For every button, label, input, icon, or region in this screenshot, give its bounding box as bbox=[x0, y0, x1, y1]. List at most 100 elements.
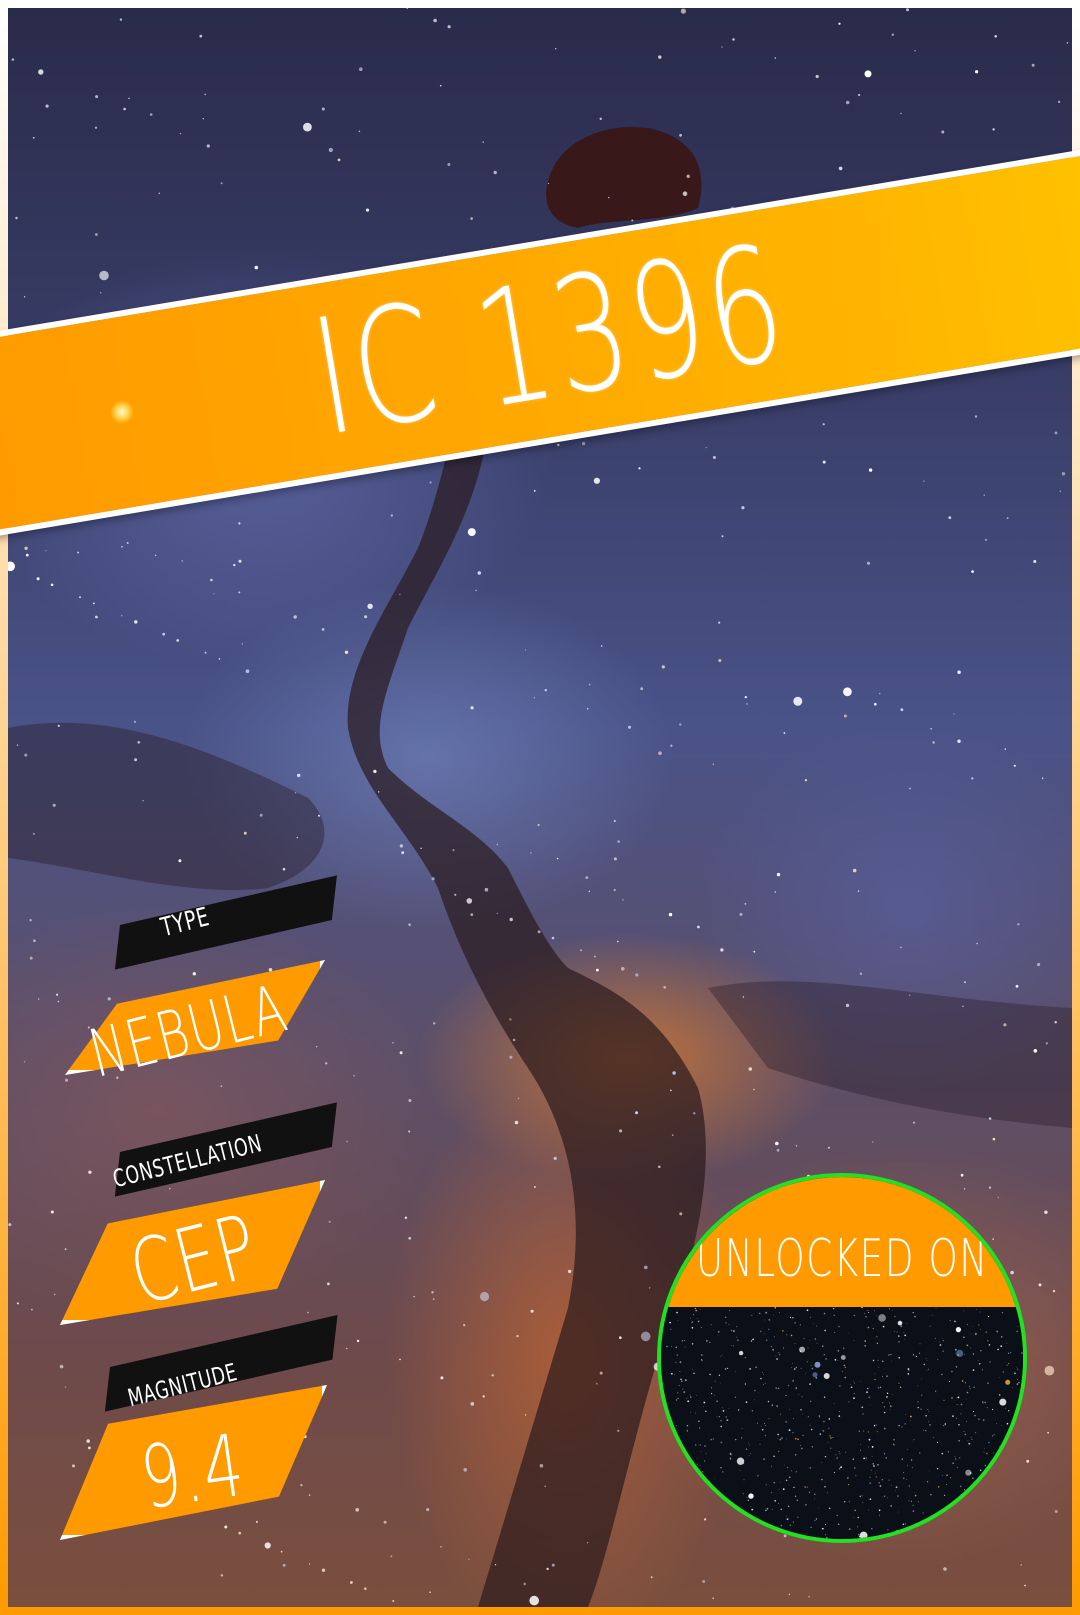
sky-star bbox=[1020, 1502, 1023, 1505]
sky-star bbox=[854, 1467, 856, 1469]
sky-star bbox=[1016, 1481, 1018, 1483]
sky-star bbox=[750, 1453, 752, 1455]
star bbox=[776, 872, 781, 877]
sky-star bbox=[876, 1424, 878, 1426]
object-card: IC 1396 TYPE NEBULA CONSTELLATION CEP MA… bbox=[0, 0, 1080, 1615]
dust-lane-left bbox=[8, 722, 325, 891]
sky-star bbox=[853, 1380, 854, 1382]
sky-star bbox=[785, 1479, 788, 1482]
sky-star bbox=[800, 1445, 801, 1446]
star bbox=[1038, 1283, 1042, 1287]
star bbox=[613, 819, 616, 823]
sky-star bbox=[804, 1487, 806, 1489]
sky-star bbox=[754, 1389, 756, 1392]
star bbox=[413, 1296, 415, 1298]
sky-star bbox=[1001, 1336, 1003, 1338]
sky-star bbox=[873, 1465, 875, 1467]
sky-star bbox=[959, 1457, 961, 1459]
sky-star bbox=[748, 1442, 749, 1444]
sky-star bbox=[794, 1454, 797, 1456]
sky-star bbox=[866, 1458, 867, 1460]
sky-star bbox=[690, 1317, 691, 1319]
star bbox=[774, 57, 777, 59]
star bbox=[843, 687, 852, 697]
sky-star bbox=[851, 1529, 853, 1530]
sky-star bbox=[982, 1401, 984, 1403]
sky-star bbox=[698, 1400, 700, 1401]
sky-star bbox=[805, 1373, 807, 1375]
sky-star bbox=[918, 1352, 921, 1354]
star bbox=[100, 292, 102, 294]
unlock-badge[interactable]: UNLOCKED ON bbox=[657, 1173, 1027, 1543]
sky-star bbox=[844, 1366, 846, 1368]
sky-star bbox=[861, 1406, 864, 1409]
star bbox=[553, 1156, 557, 1160]
sky-star bbox=[944, 1423, 947, 1425]
star bbox=[408, 1099, 412, 1102]
sky-star bbox=[776, 1405, 778, 1407]
star bbox=[617, 940, 619, 943]
dust-pillar bbox=[546, 127, 702, 228]
sky-star bbox=[890, 1505, 892, 1507]
sky-star bbox=[673, 1471, 675, 1473]
sky-star bbox=[750, 1506, 752, 1507]
sky-star bbox=[997, 1348, 999, 1351]
sky-star bbox=[967, 1324, 968, 1326]
sky-star bbox=[956, 1467, 958, 1469]
sky-star bbox=[775, 1355, 777, 1357]
sky-star bbox=[661, 1308, 663, 1310]
star bbox=[741, 506, 745, 510]
sky-star bbox=[695, 1309, 697, 1312]
sky-star bbox=[962, 1380, 964, 1382]
star bbox=[1006, 517, 1009, 520]
star bbox=[119, 18, 123, 21]
sky-star bbox=[765, 1311, 768, 1314]
sky-star bbox=[889, 1409, 891, 1410]
sky-star bbox=[867, 1446, 869, 1448]
sky-star bbox=[1000, 1345, 1003, 1348]
star bbox=[470, 217, 473, 220]
sky-star bbox=[779, 1438, 782, 1441]
sky-star bbox=[781, 1437, 783, 1439]
sky-star bbox=[762, 1371, 764, 1373]
sky-star bbox=[838, 1468, 841, 1470]
star bbox=[524, 649, 527, 651]
sky-star bbox=[689, 1472, 691, 1474]
star bbox=[822, 460, 826, 464]
sky-star bbox=[698, 1509, 700, 1511]
sky-star bbox=[712, 1438, 714, 1440]
sky-star bbox=[675, 1477, 677, 1479]
star bbox=[373, 769, 377, 774]
star bbox=[1054, 1021, 1057, 1024]
sky-star bbox=[776, 1358, 778, 1360]
sky-star bbox=[712, 1489, 714, 1492]
sky-star bbox=[826, 1537, 828, 1539]
sky-star bbox=[993, 1480, 995, 1482]
star bbox=[617, 840, 620, 843]
unlock-sky-thumbnail bbox=[661, 1307, 1023, 1539]
sky-star bbox=[814, 1361, 821, 1368]
sky-star bbox=[903, 1332, 905, 1333]
sky-star bbox=[790, 1334, 793, 1337]
star bbox=[439, 84, 442, 87]
sky-star bbox=[745, 1514, 747, 1516]
sky-star bbox=[730, 1329, 733, 1332]
star bbox=[179, 132, 182, 135]
sky-star bbox=[1000, 1500, 1002, 1502]
sky-star bbox=[729, 1452, 732, 1455]
sky-star bbox=[985, 1331, 987, 1333]
sky-star bbox=[987, 1382, 989, 1384]
sky-star bbox=[720, 1441, 723, 1444]
sky-star bbox=[872, 1463, 874, 1465]
star bbox=[595, 1382, 598, 1385]
sky-star bbox=[799, 1324, 801, 1326]
sky-star bbox=[1011, 1501, 1013, 1503]
sky-star bbox=[1010, 1500, 1013, 1502]
sky-star bbox=[960, 1485, 962, 1487]
sky-star bbox=[848, 1484, 850, 1486]
sky-star bbox=[839, 1453, 841, 1455]
star bbox=[134, 758, 138, 762]
star bbox=[238, 1531, 241, 1535]
sky-star bbox=[735, 1524, 737, 1525]
sky-star bbox=[977, 1479, 979, 1481]
